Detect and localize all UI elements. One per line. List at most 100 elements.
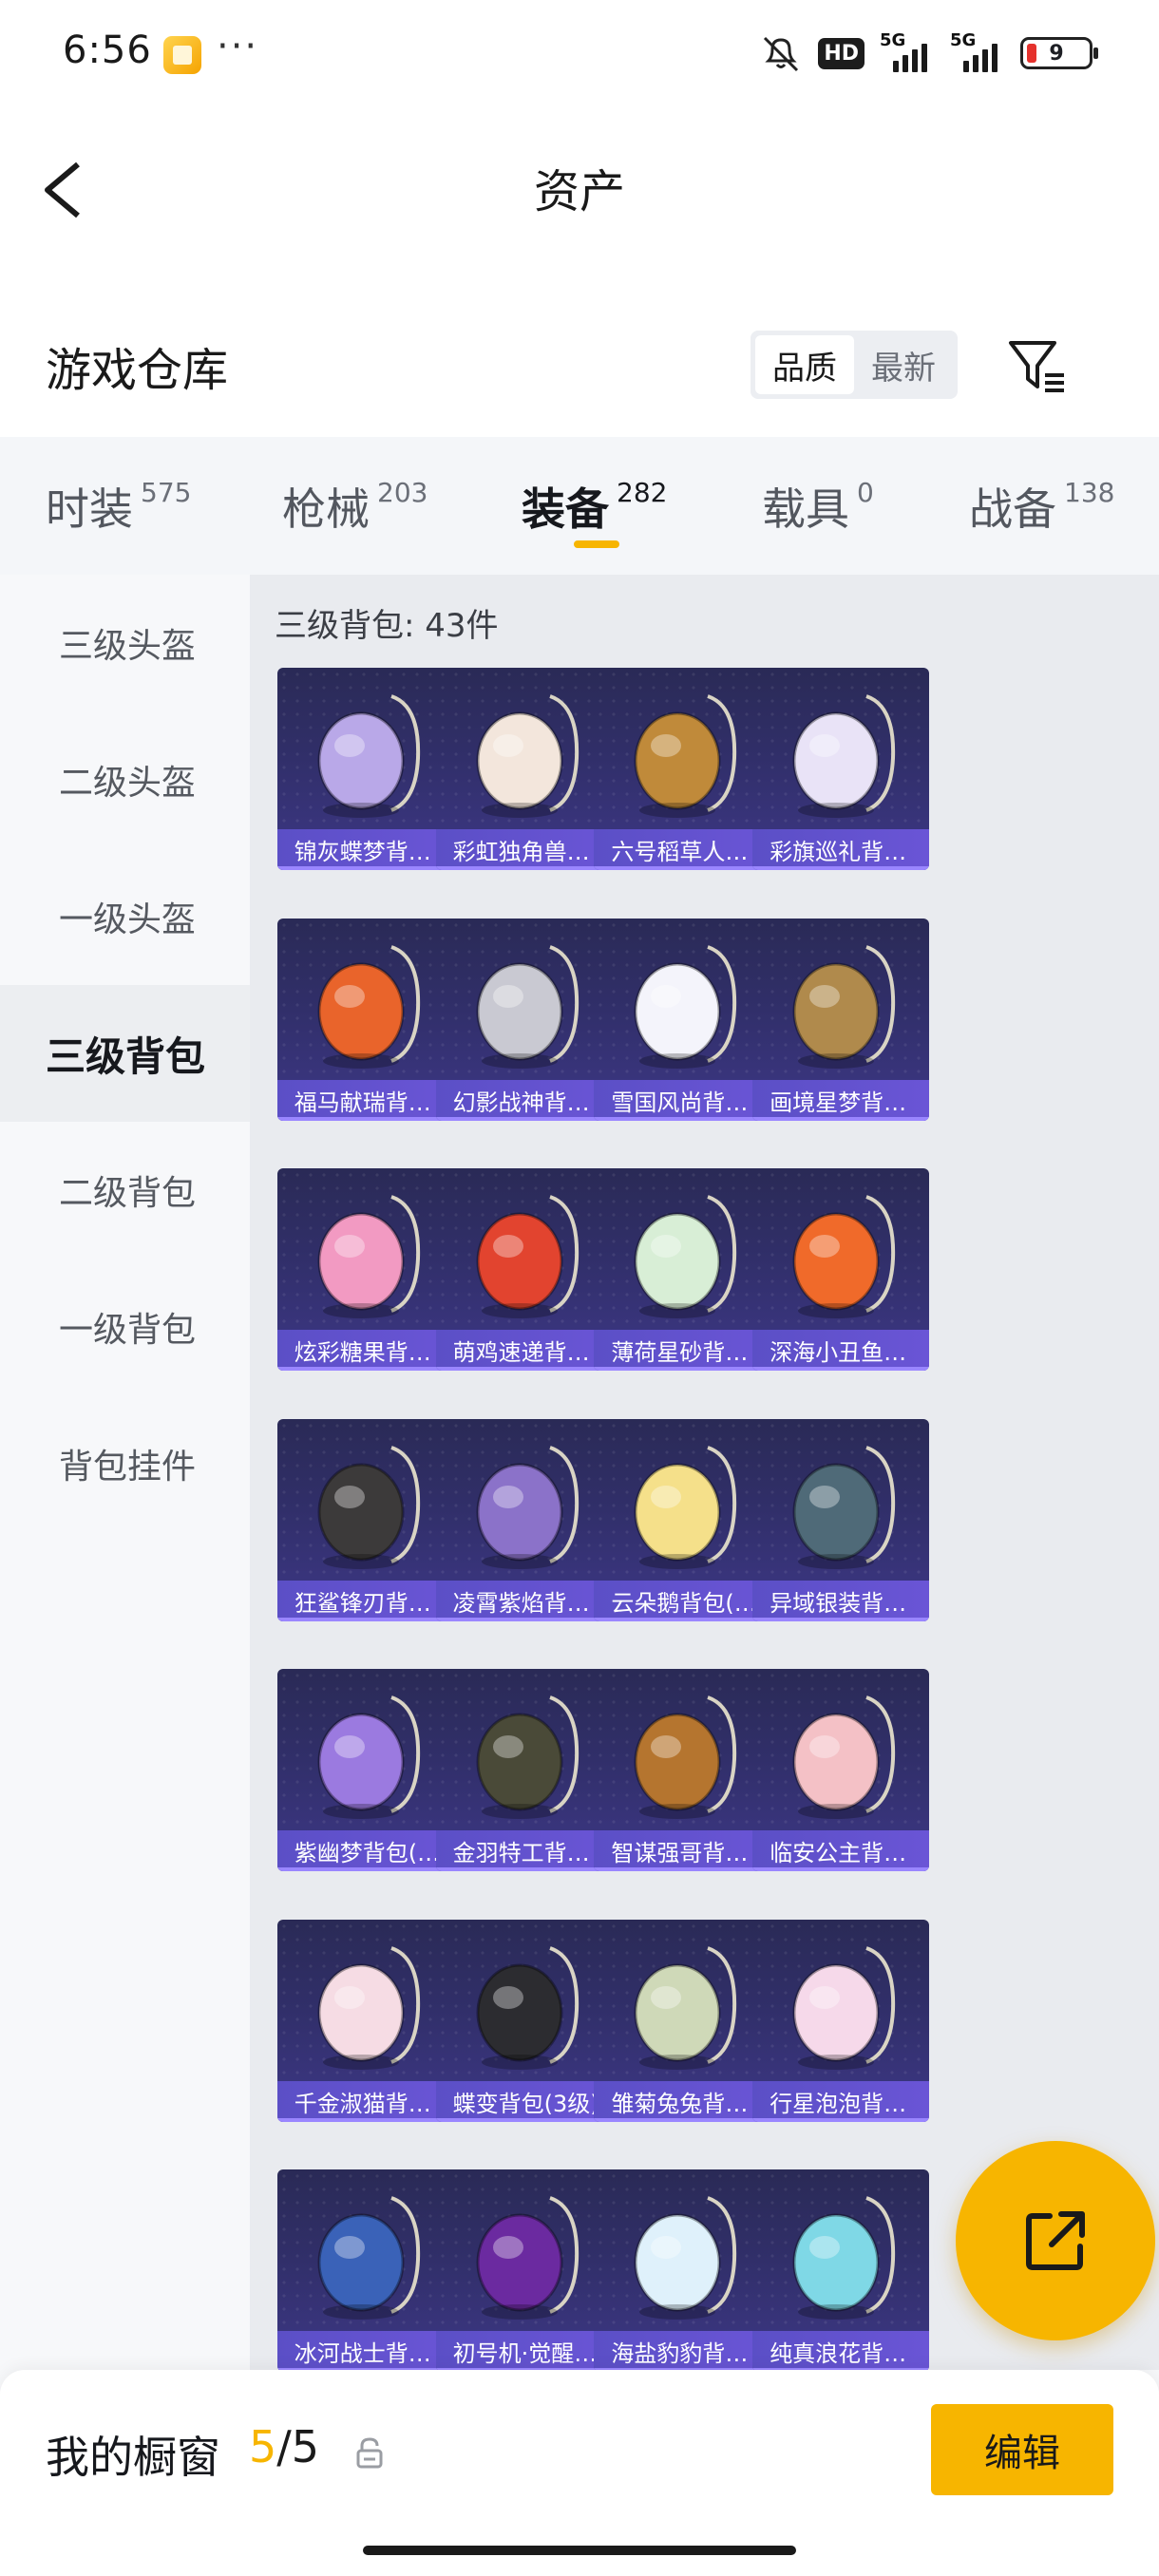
sort-option-quality[interactable]: 品质 (755, 335, 854, 394)
signal-label: 5G (950, 30, 977, 50)
backpack-item-card[interactable]: 海盐豹豹背… (594, 2169, 771, 2370)
silver-backpack-icon (792, 1445, 896, 1569)
subcategory-nav: 三级头盔 二级头盔 一级头盔 三级背包 二级背包 一级背包 背包挂件 (0, 575, 250, 2370)
sort-option-newest[interactable]: 最新 (854, 335, 953, 394)
ribbon-backpack-icon (792, 694, 896, 819)
filter-button[interactable] (1007, 337, 1068, 396)
clownfish-backpack-icon (792, 1195, 896, 1319)
share-external-icon (1026, 2211, 1085, 2270)
flower-backpack-icon (792, 1695, 896, 1820)
subnav-item-backpack-charm[interactable]: 背包挂件 (0, 1395, 250, 1532)
item-name: 临安公主背… (752, 1830, 930, 1872)
signal-strength-icon: 5G (950, 30, 1005, 72)
showcase-label: 我的橱窗 (46, 2432, 220, 2483)
subnav-item-helmet-lv1[interactable]: 一级头盔 (0, 848, 250, 985)
tab-label: 时装 (46, 483, 133, 535)
backpack-item-card[interactable]: 行星泡泡背… (752, 1919, 930, 2122)
mute-bell-icon (759, 32, 803, 74)
page-title: 资产 (533, 165, 625, 218)
seal-backpack-icon (634, 2196, 737, 2320)
tab-supplies[interactable]: 战备 138 (969, 475, 1114, 538)
notification-app-icon (163, 36, 201, 74)
backpack-item-card[interactable]: 彩虹独角兽… (435, 668, 613, 871)
battery-icon: 9 (1020, 37, 1098, 69)
backpack-item-card[interactable]: 雪国风尚背… (594, 918, 771, 1121)
backpack-item-card[interactable]: 云朵鹅背包(… (594, 1418, 771, 1621)
backpack-item-card[interactable]: 彩旗巡礼背… (752, 668, 930, 871)
tab-equipment[interactable]: 装备 282 (522, 475, 667, 538)
subnav-item-backpack-lv3[interactable]: 三级背包 (0, 985, 250, 1122)
home-indicator[interactable] (363, 2546, 796, 2555)
tab-fashion[interactable]: 时装 575 (46, 475, 191, 538)
status-time: 6:56 (63, 28, 152, 72)
backpack-item-card[interactable]: 狂鲨锋刃背… (276, 1418, 454, 1621)
daisy-backpack-icon (634, 1945, 737, 2070)
backpack-item-card[interactable]: 凌霄紫焰背… (435, 1418, 613, 1621)
item-name: 千金淑猫背… (276, 2080, 454, 2122)
backpack-item-card[interactable]: 金羽特工背… (435, 1669, 613, 1872)
backpack-item-card[interactable]: 蝶变背包(3级) (435, 1919, 613, 2122)
backpack-item-card[interactable]: 临安公主背… (752, 1669, 930, 1872)
backpack-item-card[interactable]: 画境星梦背… (752, 918, 930, 1121)
subnav-item-backpack-lv1[interactable]: 一级背包 (0, 1259, 250, 1395)
backpack-item-card[interactable]: 纯真浪花背… (752, 2169, 930, 2370)
item-name: 萌鸡速递背… (435, 1330, 613, 1372)
item-name: 纯真浪花背… (752, 2331, 930, 2370)
tab-firearms[interactable]: 枪械 203 (282, 475, 428, 538)
category-tabs: 时装 575 枪械 203 装备 282 载具 0 战备 138 (0, 437, 1159, 575)
item-name: 蝶变背包(3级) (435, 2080, 613, 2122)
mint-backpack-icon (634, 1195, 737, 1319)
backpack-item-card[interactable]: 锦灰蝶梦背… (276, 668, 454, 871)
tab-label: 枪械 (282, 483, 370, 535)
item-name: 彩旗巡礼背… (752, 829, 930, 871)
backpack-item-card[interactable]: 深海小丑鱼… (752, 1168, 930, 1372)
item-name: 智谋强哥背… (594, 1830, 771, 1872)
edit-button[interactable]: 编辑 (931, 2404, 1113, 2495)
backpack-item-card[interactable]: 初号机·觉醒… (435, 2169, 613, 2370)
backpack-item-card[interactable]: 萌鸡速递背… (435, 1168, 613, 1372)
more-notifications-icon: ··· (217, 25, 259, 68)
subnav-item-helmet-lv3[interactable]: 三级头盔 (0, 575, 250, 711)
grid-caption: 三级背包: 43件 (275, 607, 499, 645)
butterfly-backpack-icon (317, 694, 420, 819)
item-name: 六号稻草人… (594, 829, 771, 871)
backpack-item-card[interactable]: 千金淑猫背… (276, 1919, 454, 2122)
sort-toggle: 品质 最新 (750, 331, 958, 399)
item-name: 雪国风尚背… (594, 1079, 771, 1121)
backpack-item-card[interactable]: 冰河战士背… (276, 2169, 454, 2370)
backpack-item-card[interactable]: 炫彩糖果背… (276, 1168, 454, 1372)
tab-label: 装备 (522, 483, 609, 535)
backpack-item-card[interactable]: 六号稻草人… (594, 668, 771, 871)
backpack-item-card[interactable]: 薄荷星砂背… (594, 1168, 771, 1372)
signal-strength-icon: 5G (880, 30, 935, 72)
item-name: 异域银装背… (752, 1580, 930, 1621)
item-name: 冰河战士背… (276, 2331, 454, 2370)
frame-backpack-icon (792, 944, 896, 1069)
backpack-item-card[interactable]: 紫幽梦背包(… (276, 1669, 454, 1872)
unicorn-backpack-icon (476, 694, 579, 819)
bear-backpack-icon (634, 1695, 737, 1820)
filter-icon (1009, 341, 1064, 392)
tab-count: 575 (141, 477, 192, 508)
backpack-item-card[interactable]: 智谋强哥背… (594, 1669, 771, 1872)
backpack-item-card[interactable]: 幻影战神背… (435, 918, 613, 1121)
bubble-backpack-icon (792, 1945, 896, 2070)
agent-backpack-icon (476, 1695, 579, 1820)
item-name: 雏菊兔兔背… (594, 2080, 771, 2122)
tab-vehicles[interactable]: 载具 0 (762, 475, 874, 538)
item-grid: 三级背包: 43件 锦灰蝶梦背… 彩虹独角兽… 六号稻草人… 彩旗巡礼背… 福马献瑞背…… (250, 575, 1159, 2370)
showcase-current: 5 (249, 2421, 277, 2472)
item-name: 狂鲨锋刃背… (276, 1580, 454, 1621)
subnav-item-helmet-lv2[interactable]: 二级头盔 (0, 711, 250, 848)
backpack-item-card[interactable]: 福马献瑞背… (276, 918, 454, 1121)
subnav-item-backpack-lv2[interactable]: 二级背包 (0, 1122, 250, 1259)
armor-backpack-icon (476, 944, 579, 1069)
share-fab-button[interactable] (956, 2141, 1155, 2340)
item-name: 彩虹独角兽… (435, 829, 613, 871)
item-name: 锦灰蝶梦背… (276, 829, 454, 871)
tab-label: 战备 (969, 483, 1056, 535)
item-name: 云朵鹅背包(… (594, 1580, 771, 1621)
backpack-item-card[interactable]: 雏菊兔兔背… (594, 1919, 771, 2122)
item-name: 薄荷星砂背… (594, 1330, 771, 1372)
backpack-item-card[interactable]: 异域银装背… (752, 1418, 930, 1621)
